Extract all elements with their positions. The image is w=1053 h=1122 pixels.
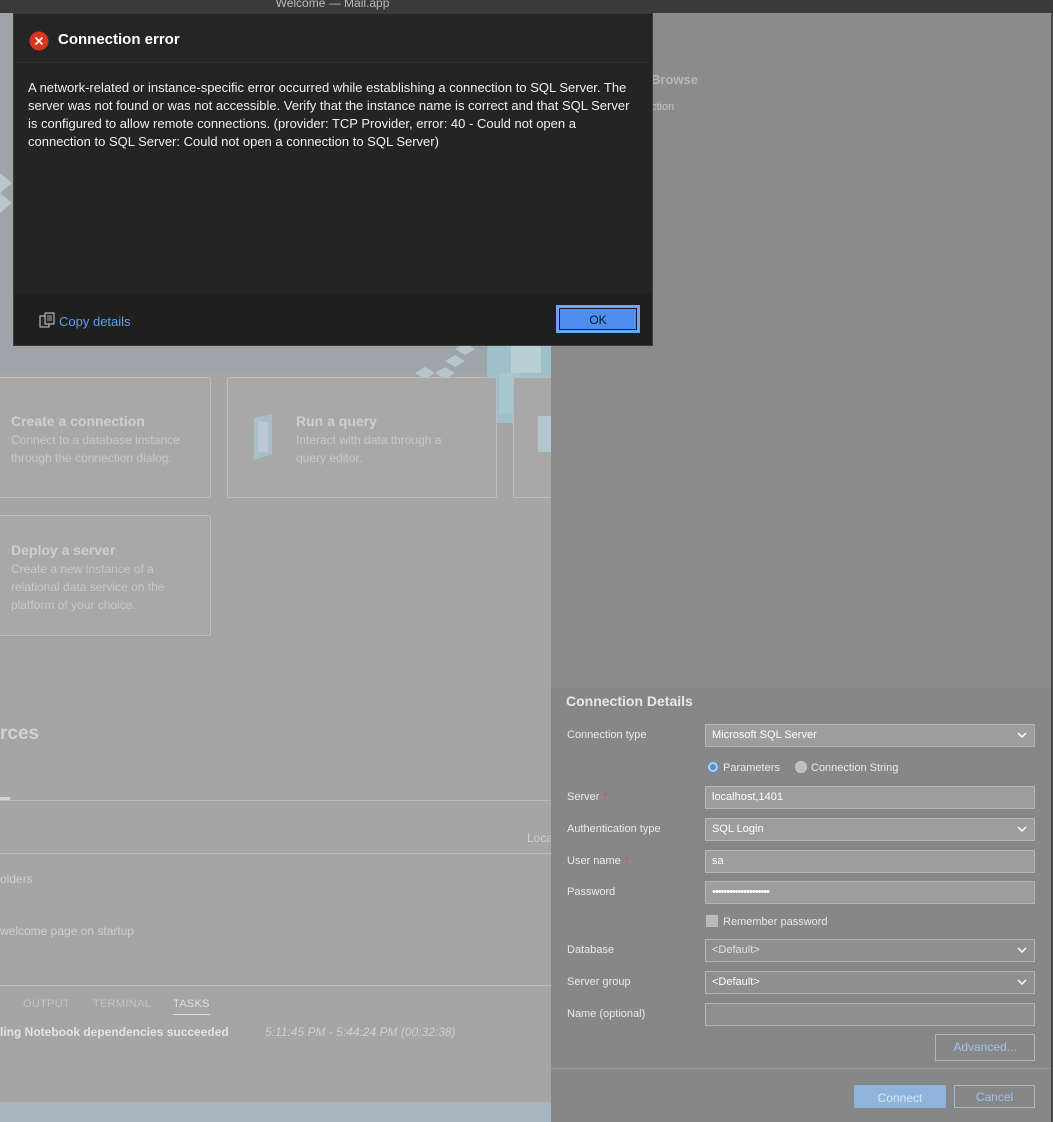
user-name-label-text: User name xyxy=(567,855,621,867)
connection-type-select[interactable]: Microsoft SQL Server xyxy=(705,724,1035,747)
divider xyxy=(0,985,551,986)
radio-parameters-label: Parameters xyxy=(723,762,780,774)
copy-details-label: Copy details xyxy=(59,314,131,329)
user-name-input[interactable]: sa xyxy=(705,850,1035,873)
connection-mode-radios: Parameters Connection String xyxy=(707,761,898,774)
notebook-icon xyxy=(538,416,551,452)
required-mark: * xyxy=(624,855,630,867)
server-label-text: Server xyxy=(567,791,600,803)
server-label: Server * xyxy=(567,791,608,803)
footer-divider xyxy=(551,1068,1051,1069)
connection-type-label: Connection type xyxy=(567,729,647,741)
divider xyxy=(0,853,551,854)
connection-details-title: Connection Details xyxy=(566,693,693,709)
connect-button[interactable]: Connect xyxy=(854,1085,946,1108)
card-title: Deploy a server xyxy=(11,542,116,558)
server-group-label: Server group xyxy=(567,976,631,988)
window-title: Welcome — Mail.app xyxy=(275,0,390,10)
radio-parameters[interactable]: Parameters xyxy=(707,761,780,774)
server-group-select[interactable]: <Default> xyxy=(705,971,1035,994)
card-description: Create a new instance of a relational da… xyxy=(11,562,165,612)
radio-connection-string-label: Connection String xyxy=(810,762,899,774)
status-bar xyxy=(0,1102,551,1122)
checkbox-icon xyxy=(706,915,718,927)
card-title: Run a query xyxy=(296,413,377,429)
modal-title: Connection error xyxy=(58,31,180,48)
chevron-down-icon xyxy=(1017,732,1027,739)
server-input[interactable]: localhost,1401 xyxy=(705,786,1035,809)
name-optional-input[interactable] xyxy=(705,1003,1035,1026)
remember-password-checkbox[interactable]: Remember password xyxy=(706,915,828,928)
chevron-down-icon xyxy=(1017,947,1027,954)
remember-password-label: Remember password xyxy=(723,916,828,928)
browse-tab[interactable]: Browse xyxy=(651,72,698,87)
card-run-query[interactable]: Run a query Interact with data through a… xyxy=(227,377,497,498)
resources-heading: rces xyxy=(0,723,40,744)
copy-details-link[interactable]: Copy details xyxy=(39,312,131,329)
chevron-down-icon xyxy=(1017,826,1027,833)
server-value: localhost,1401 xyxy=(712,791,783,803)
auth-type-label: Authentication type xyxy=(567,823,661,835)
card-partial[interactable] xyxy=(513,377,551,498)
user-name-value: sa xyxy=(712,855,724,867)
error-icon xyxy=(29,31,49,51)
database-select[interactable]: <Default> xyxy=(705,939,1035,962)
query-file-icon xyxy=(254,414,272,460)
card-description: Connect to a database instance through t… xyxy=(11,433,180,465)
error-message: A network-related or instance-specific e… xyxy=(28,80,630,149)
card-deploy-server[interactable]: Deploy a server Create a new instance of… xyxy=(0,515,211,636)
radio-connection-string[interactable]: Connection String xyxy=(794,761,899,774)
column-header-fragment: Loca xyxy=(527,831,551,845)
divider xyxy=(0,800,551,801)
database-label: Database xyxy=(567,944,615,956)
cancel-button[interactable]: Cancel xyxy=(954,1085,1035,1108)
folders-text: olders xyxy=(0,872,33,886)
password-label: Password xyxy=(567,886,616,898)
ok-button[interactable]: OK xyxy=(556,305,640,333)
card-create-connection[interactable]: Create a connection Connect to a databas… xyxy=(0,377,211,498)
window-title-bar: Welcome — Mail.app xyxy=(0,0,1053,13)
radio-unselected-icon xyxy=(794,761,807,773)
name-optional-label: Name (optional) xyxy=(567,1008,646,1020)
task-status-text: ling Notebook dependencies succeeded xyxy=(0,1025,229,1039)
tab-tasks[interactable]: TASKS xyxy=(173,998,210,1015)
connection-type-value: Microsoft SQL Server xyxy=(712,729,817,741)
server-group-value: <Default> xyxy=(712,976,760,988)
password-input[interactable]: •••••••••••••••••••• xyxy=(705,881,1035,904)
chevron-down-icon xyxy=(1017,979,1027,986)
radio-selected-icon xyxy=(707,761,719,773)
auth-type-select[interactable]: SQL Login xyxy=(705,818,1035,841)
advanced-button[interactable]: Advanced... xyxy=(935,1034,1035,1061)
card-description: Interact with data through a query edito… xyxy=(296,433,442,465)
connection-error-modal: Connection error A network-related or in… xyxy=(13,13,653,346)
auth-type-value: SQL Login xyxy=(712,823,764,835)
card-title: Create a connection xyxy=(11,413,145,429)
user-name-label: User name * xyxy=(567,855,629,867)
database-placeholder: <Default> xyxy=(712,944,760,956)
tab-output[interactable]: OUTPUT xyxy=(23,998,70,1010)
required-mark: * xyxy=(603,791,608,803)
browse-subtitle: ction xyxy=(651,101,675,113)
password-value: •••••••••••••••••••• xyxy=(712,886,770,898)
task-time-text: 5:11:45 PM - 5:44:24 PM (00:32:38) xyxy=(265,1025,456,1039)
startup-checkbox-label: welcome page on startup xyxy=(0,924,135,938)
tab-terminal[interactable]: TERMINAL xyxy=(93,998,151,1010)
copy-icon xyxy=(39,312,55,328)
ok-button-label: OK xyxy=(559,308,637,330)
